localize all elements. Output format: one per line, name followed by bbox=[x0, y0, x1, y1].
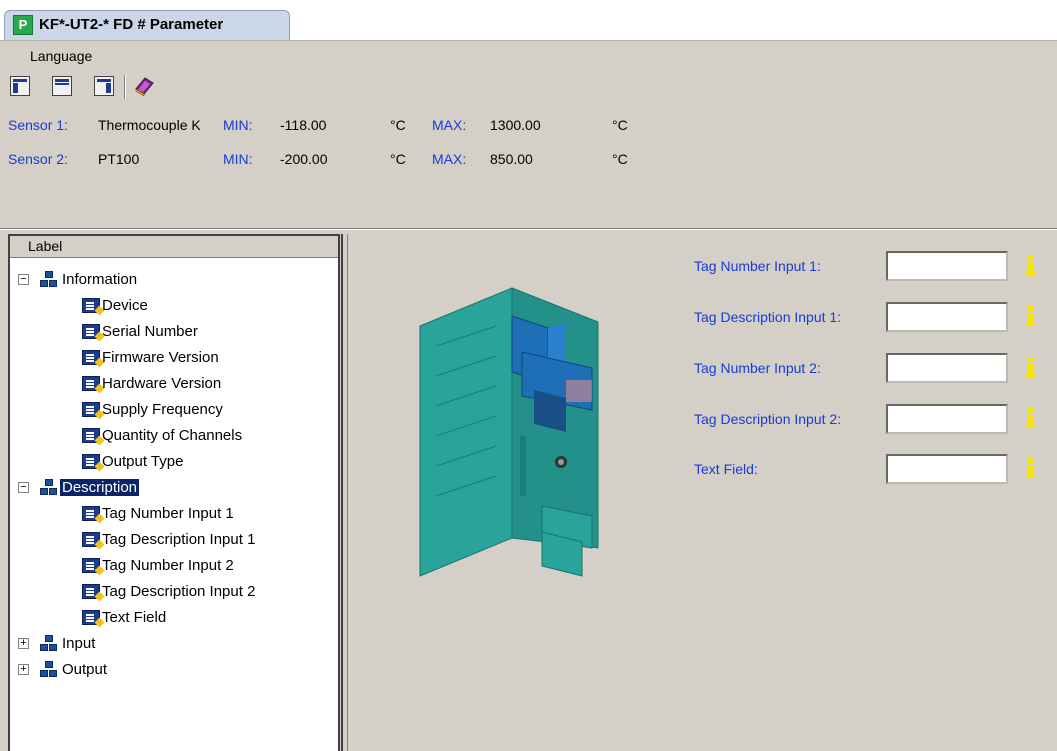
tree-leaf-label: Tag Number Input 1 bbox=[102, 505, 234, 522]
pepperl-fuchs-logo-icon: P bbox=[13, 15, 33, 35]
info-icon[interactable] bbox=[1024, 458, 1036, 480]
tree-node-label: Output bbox=[62, 661, 108, 678]
max-label: MAX: bbox=[432, 151, 467, 167]
group-icon bbox=[40, 271, 58, 289]
parameter-icon bbox=[82, 298, 100, 313]
tree-node-output[interactable]: + Output bbox=[10, 659, 330, 681]
parameter-icon bbox=[82, 558, 100, 573]
group-icon bbox=[40, 661, 58, 679]
layout-top-icon[interactable] bbox=[52, 76, 72, 96]
collapse-icon[interactable]: − bbox=[18, 482, 29, 493]
pane-splitter[interactable] bbox=[341, 234, 348, 751]
field-label-text-field: Text Field: bbox=[694, 461, 758, 477]
tree-leaf-label: Firmware Version bbox=[102, 349, 219, 366]
tree-node-description[interactable]: − Description bbox=[10, 477, 330, 499]
tag-description-input-2-field[interactable] bbox=[886, 404, 1008, 434]
parameter-icon bbox=[82, 402, 100, 417]
tree-column-header[interactable]: Label bbox=[10, 236, 338, 258]
min-label: MIN: bbox=[223, 151, 253, 167]
parameter-icon bbox=[82, 324, 100, 339]
tree-leaf-label: Device bbox=[102, 297, 148, 314]
min-value: -200.00 bbox=[280, 151, 328, 167]
tree-node-label: Information bbox=[62, 271, 138, 288]
tree-leaf-label: Output Type bbox=[102, 453, 184, 470]
info-icon[interactable] bbox=[1024, 357, 1036, 379]
tree-leaf-label: Serial Number bbox=[102, 323, 198, 340]
parameter-icon bbox=[82, 428, 100, 443]
group-icon bbox=[40, 635, 58, 653]
tag-number-input-1-field[interactable] bbox=[886, 251, 1008, 281]
toolbar-separator bbox=[124, 75, 126, 99]
menu-bar: Language bbox=[0, 40, 1057, 71]
tag-number-input-2-field[interactable] bbox=[886, 353, 1008, 383]
max-value: 1300.00 bbox=[490, 117, 541, 133]
parameter-icon bbox=[82, 350, 100, 365]
book-icon[interactable] bbox=[133, 75, 155, 97]
expand-icon[interactable]: + bbox=[18, 638, 29, 649]
layout-right-icon[interactable] bbox=[94, 76, 114, 96]
device-image bbox=[419, 287, 599, 577]
max-value: 850.00 bbox=[490, 151, 533, 167]
max-unit: °C bbox=[612, 117, 628, 133]
tree-leaf-label: Tag Description Input 1 bbox=[102, 531, 256, 548]
group-icon bbox=[40, 479, 58, 497]
tree-view: Label − Information Device Serial Number… bbox=[8, 234, 340, 751]
sensor-type: Thermocouple K bbox=[98, 117, 201, 133]
layout-left-icon[interactable] bbox=[10, 76, 30, 96]
tree-leaf-label: Tag Number Input 2 bbox=[102, 557, 234, 574]
expand-icon[interactable]: + bbox=[18, 664, 29, 675]
collapse-icon[interactable]: − bbox=[18, 274, 29, 285]
info-icon[interactable] bbox=[1024, 408, 1036, 430]
tree-node-information[interactable]: − Information bbox=[10, 269, 330, 291]
tree-leaf-label: Hardware Version bbox=[102, 375, 222, 392]
max-label: MAX: bbox=[432, 117, 467, 133]
horizontal-divider bbox=[0, 228, 1057, 230]
tree-leaf-label: Text Field bbox=[102, 609, 167, 626]
tree-node-label: Description bbox=[60, 479, 140, 496]
info-icon[interactable] bbox=[1024, 306, 1036, 328]
parameter-icon bbox=[82, 584, 100, 599]
max-unit: °C bbox=[612, 151, 628, 167]
tab-strip: P KF*-UT2-* FD # Parameter bbox=[0, 0, 1057, 40]
sensor-type: PT100 bbox=[98, 151, 140, 167]
parameter-icon bbox=[82, 610, 100, 625]
field-label-tag-number-input-1: Tag Number Input 1: bbox=[694, 258, 821, 274]
tree-node-input[interactable]: + Input bbox=[10, 633, 330, 655]
field-label-tag-number-input-2: Tag Number Input 2: bbox=[694, 360, 821, 376]
parameter-icon bbox=[82, 454, 100, 469]
text-field-input[interactable] bbox=[886, 454, 1008, 484]
parameter-icon bbox=[82, 506, 100, 521]
tag-description-input-1-field[interactable] bbox=[886, 302, 1008, 332]
field-label-tag-description-input-1: Tag Description Input 1: bbox=[694, 309, 842, 325]
tree-node-label: Input bbox=[62, 635, 96, 652]
sensor-label: Sensor 1: bbox=[8, 117, 68, 133]
tab-title: KF*-UT2-* FD # Parameter bbox=[39, 16, 224, 33]
field-label-tag-description-input-2: Tag Description Input 2: bbox=[694, 411, 842, 427]
tree-leaf-label: Quantity of Channels bbox=[102, 427, 243, 444]
min-label: MIN: bbox=[223, 117, 253, 133]
parameter-icon bbox=[82, 376, 100, 391]
parameter-icon bbox=[82, 532, 100, 547]
info-icon[interactable] bbox=[1024, 255, 1036, 277]
min-unit: °C bbox=[390, 117, 406, 133]
sensor-label: Sensor 2: bbox=[8, 151, 68, 167]
tab-parameter[interactable]: P KF*-UT2-* FD # Parameter bbox=[4, 10, 290, 40]
tree-leaf-label: Tag Description Input 2 bbox=[102, 583, 256, 600]
min-value: -118.00 bbox=[280, 117, 327, 133]
menu-language[interactable]: Language bbox=[30, 48, 92, 64]
min-unit: °C bbox=[390, 151, 406, 167]
tree-leaf-label: Supply Frequency bbox=[102, 401, 223, 418]
